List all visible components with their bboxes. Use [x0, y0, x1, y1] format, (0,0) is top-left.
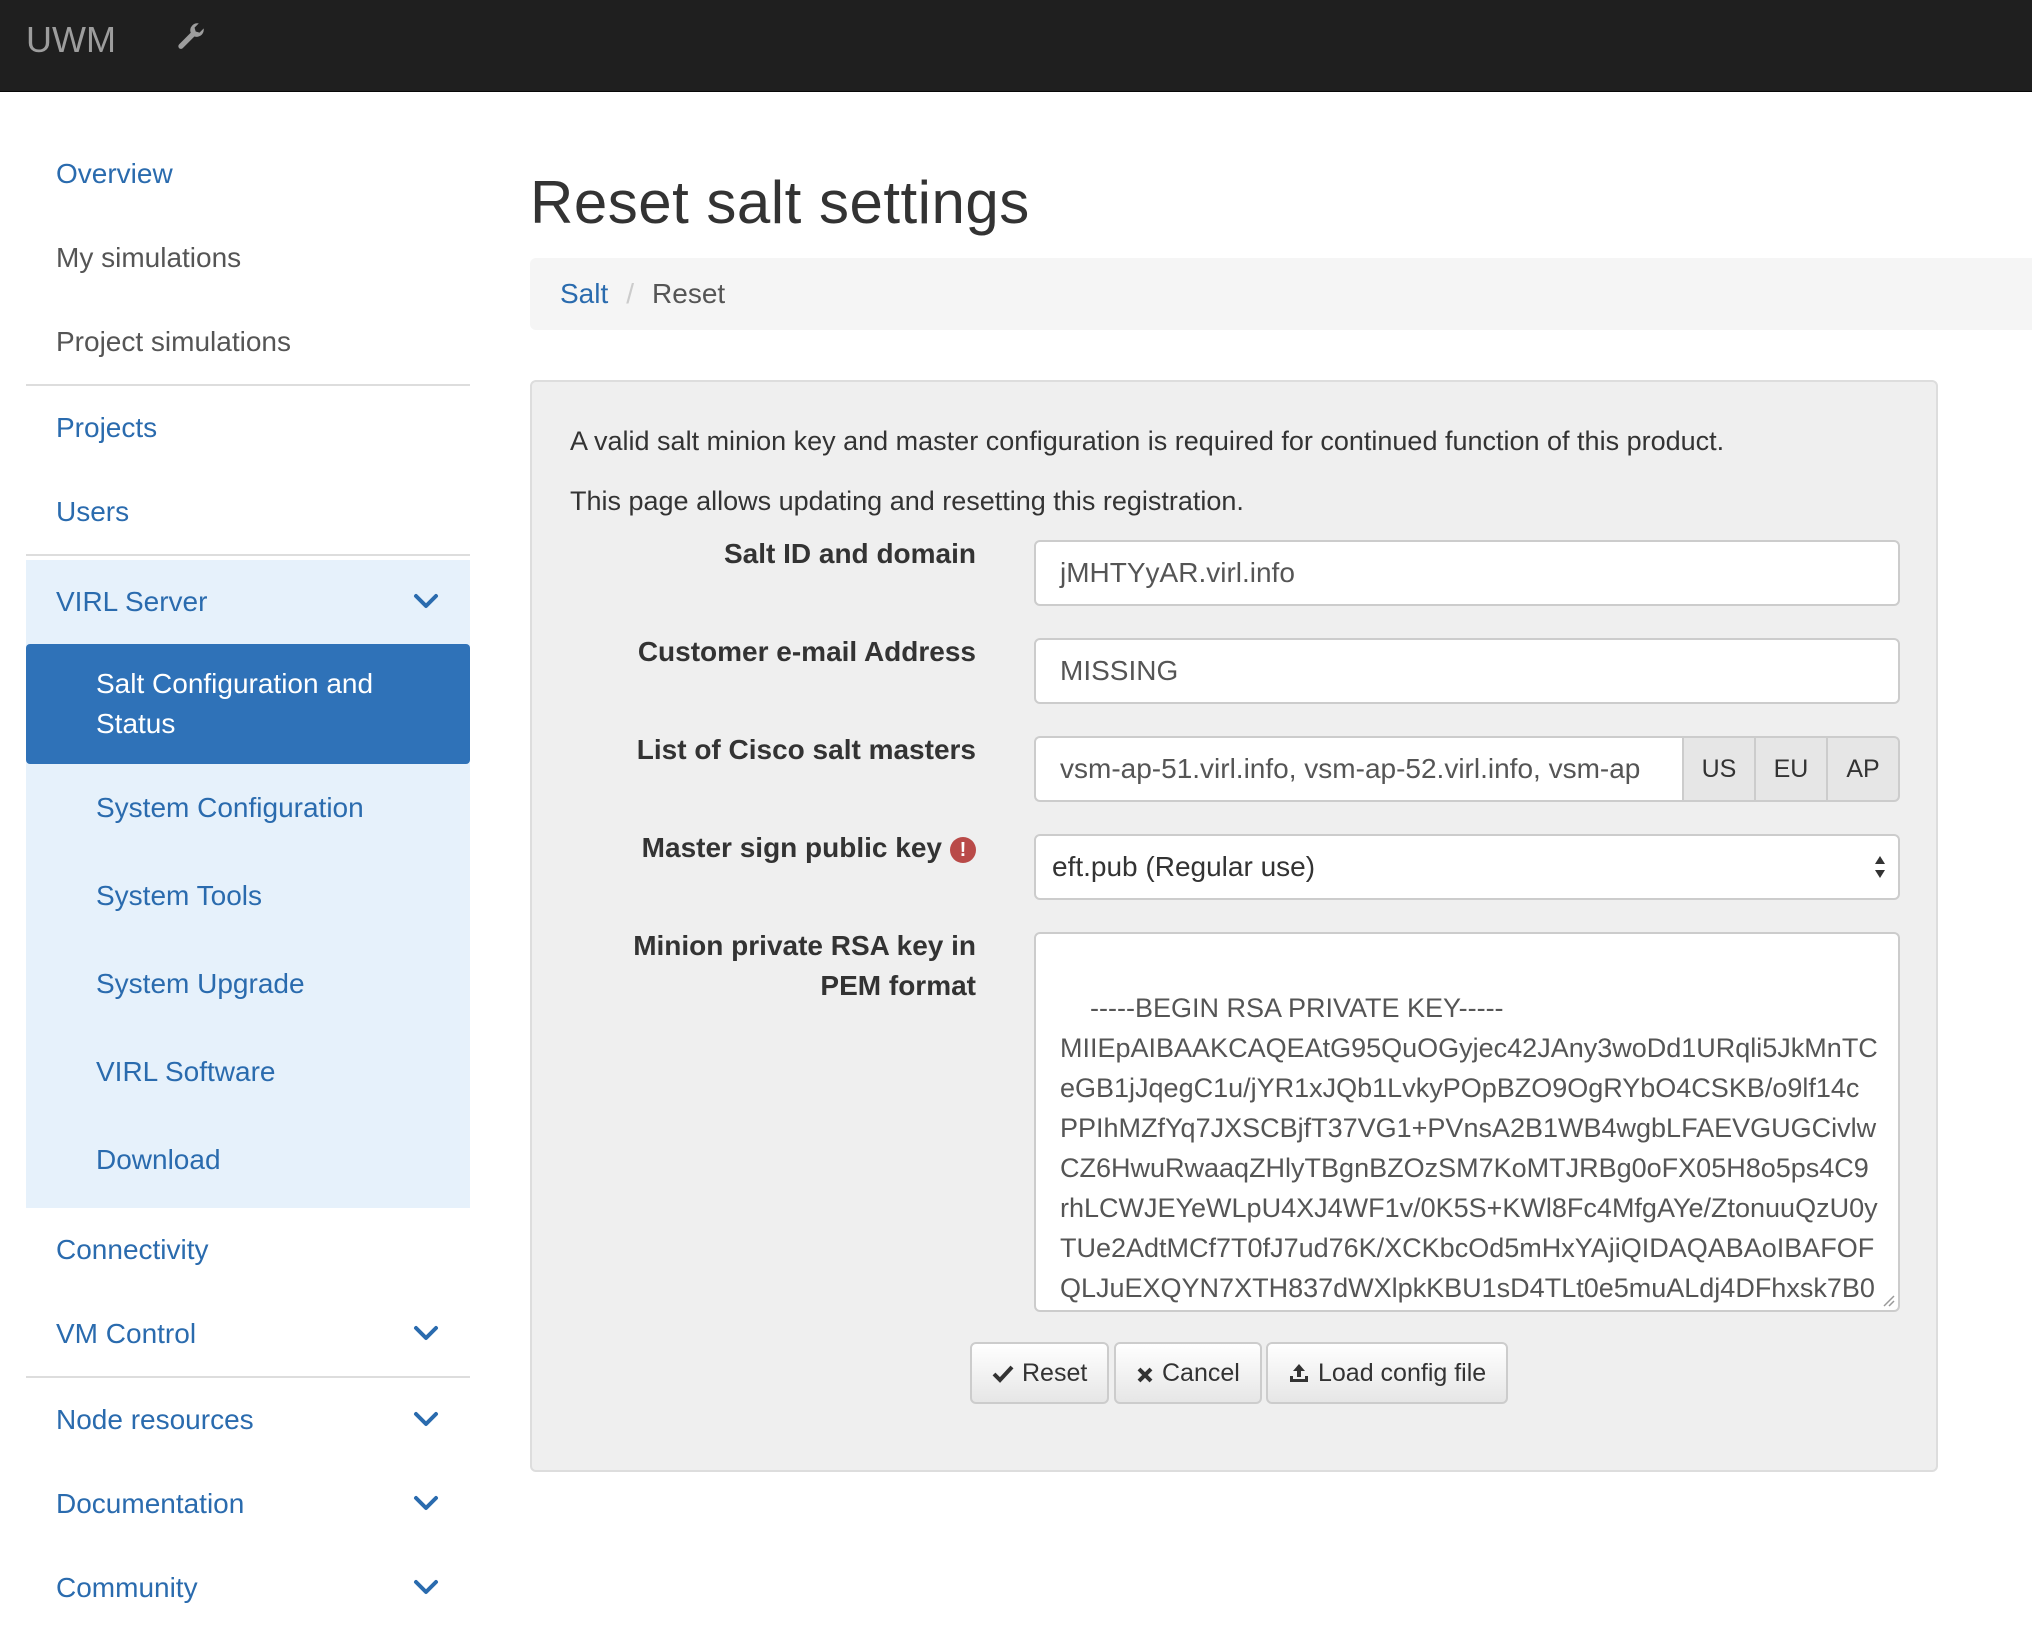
- chevron-down-icon: [414, 1496, 438, 1510]
- sidebar-item-documentation[interactable]: Documentation: [26, 1462, 470, 1546]
- breadcrumb-current: Reset: [652, 278, 726, 309]
- sidebar-item-virl-software[interactable]: VIRL Software: [26, 1028, 470, 1116]
- page-title: Reset salt settings: [530, 169, 1030, 236]
- salt-masters-group: vsm-ap-51.virl.info, vsm-ap-52.virl.info…: [1034, 736, 1900, 802]
- resize-grip-icon[interactable]: [1880, 1292, 1896, 1308]
- cancel-button-label: Cancel: [1162, 1359, 1240, 1387]
- region-ap-button[interactable]: AP: [1826, 736, 1900, 802]
- chevron-down-icon: [414, 1580, 438, 1594]
- sidebar-item-overview[interactable]: Overview: [26, 132, 470, 216]
- sidebar-item-virl-server[interactable]: VIRL Server: [26, 560, 470, 644]
- salt-masters-label: List of Cisco salt masters: [636, 734, 976, 765]
- sidebar-item-label: Download: [96, 1144, 221, 1175]
- load-config-button[interactable]: Load config file: [1266, 1342, 1509, 1404]
- region-us-button[interactable]: US: [1682, 736, 1756, 802]
- sidebar-item-vm-control[interactable]: VM Control: [26, 1292, 470, 1376]
- sidebar-item-label: Users: [56, 496, 130, 527]
- intro-text: A valid salt minion key and master confi…: [570, 426, 1725, 456]
- sidebar-item-label: Community: [56, 1572, 198, 1603]
- rsa-key-text: -----BEGIN RSA PRIVATE KEY----- MIIEpAIB…: [1060, 993, 1878, 1303]
- sidebar-item-system-tools[interactable]: System Tools: [26, 852, 470, 940]
- sidebar-item-label: Project simulations: [56, 326, 291, 357]
- upload-icon: [1290, 1364, 1308, 1382]
- salt-id-label: Salt ID and domain: [723, 538, 976, 569]
- sidebar-item-projects[interactable]: Projects: [26, 386, 470, 470]
- master-key-selected-value: eft.pub (Regular use): [1052, 851, 1316, 882]
- sidebar-item-system-upgrade[interactable]: System Upgrade: [26, 940, 470, 1028]
- email-label: Customer e-mail Address: [637, 636, 976, 667]
- check-icon: [992, 1365, 1014, 1383]
- rsa-key-label: Minion private RSA key in PEM format: [633, 926, 976, 1006]
- sidebar-item-community[interactable]: Community: [26, 1546, 470, 1630]
- sidebar-item-label: Node resources: [56, 1404, 254, 1435]
- intro-text: This page allows updating and resetting …: [570, 486, 1244, 516]
- brand-logo[interactable]: UWM: [26, 18, 116, 62]
- sidebar-item-node-resources[interactable]: Node resources: [26, 1378, 470, 1462]
- sidebar-item-salt-configuration[interactable]: Salt Configuration and Status: [26, 644, 470, 764]
- sidebar-item-label: Documentation: [56, 1488, 245, 1519]
- rsa-key-label-line: Minion private RSA key in: [633, 930, 976, 961]
- warning-icon: !: [950, 837, 976, 863]
- wrench-icon[interactable]: [174, 22, 208, 56]
- virl-server-submenu: VIRL Server Salt Configuration and Statu…: [26, 560, 470, 1208]
- sidebar: Overview My simulations Project simulati…: [26, 132, 470, 1630]
- rsa-key-label-line: PEM format: [820, 970, 976, 1001]
- sidebar-item-label: Projects: [56, 412, 158, 443]
- sidebar-item-project-simulations[interactable]: Project simulations: [26, 300, 470, 384]
- master-key-label-text: Master sign public key: [641, 832, 942, 863]
- sidebar-item-my-simulations[interactable]: My simulations: [26, 216, 470, 300]
- salt-id-input[interactable]: jMHTYyAR.virl.info: [1034, 540, 1900, 606]
- sidebar-item-download[interactable]: Download: [26, 1116, 470, 1208]
- sidebar-item-label: Connectivity: [56, 1234, 209, 1265]
- select-arrows-icon: [1875, 856, 1885, 878]
- email-input[interactable]: MISSING: [1034, 638, 1900, 704]
- load-config-button-label: Load config file: [1318, 1359, 1487, 1387]
- cancel-button[interactable]: Cancel: [1114, 1342, 1262, 1404]
- reset-button[interactable]: Reset: [970, 1342, 1110, 1404]
- sidebar-item-label: Salt Configuration and: [96, 668, 374, 699]
- sidebar-item-label: VIRL Software: [96, 1056, 276, 1087]
- reset-form-panel: A valid salt minion key and master confi…: [530, 380, 1938, 1472]
- sidebar-item-label: Status: [96, 708, 176, 739]
- top-navbar: UWM: [0, 0, 2032, 92]
- reset-button-label: Reset: [1022, 1359, 1088, 1387]
- sidebar-item-connectivity[interactable]: Connectivity: [26, 1208, 470, 1292]
- master-key-label: Master sign public key!: [642, 828, 976, 868]
- region-eu-button[interactable]: EU: [1754, 736, 1828, 802]
- chevron-down-icon: [414, 594, 438, 608]
- close-icon: [1137, 1367, 1153, 1383]
- sidebar-item-users[interactable]: Users: [26, 470, 470, 554]
- master-key-select[interactable]: eft.pub (Regular use): [1034, 834, 1900, 900]
- sidebar-item-label: Overview: [56, 158, 173, 189]
- sidebar-item-system-configuration[interactable]: System Configuration: [26, 764, 470, 852]
- rsa-key-textarea[interactable]: -----BEGIN RSA PRIVATE KEY----- MIIEpAIB…: [1034, 932, 1900, 1312]
- salt-masters-input[interactable]: vsm-ap-51.virl.info, vsm-ap-52.virl.info…: [1034, 736, 1684, 802]
- breadcrumb-separator: /: [626, 278, 635, 309]
- breadcrumb: Salt / Reset: [530, 258, 2032, 330]
- sidebar-item-label: VM Control: [56, 1318, 197, 1349]
- sidebar-item-label: VIRL Server: [56, 586, 208, 617]
- sidebar-item-label: System Tools: [96, 880, 262, 911]
- sidebar-item-label: My simulations: [56, 242, 242, 273]
- sidebar-divider: [26, 554, 470, 556]
- breadcrumb-link-salt[interactable]: Salt: [560, 278, 608, 309]
- sidebar-item-label: System Upgrade: [96, 968, 305, 999]
- chevron-down-icon: [414, 1412, 438, 1426]
- chevron-down-icon: [414, 1326, 438, 1340]
- sidebar-item-label: System Configuration: [96, 792, 364, 823]
